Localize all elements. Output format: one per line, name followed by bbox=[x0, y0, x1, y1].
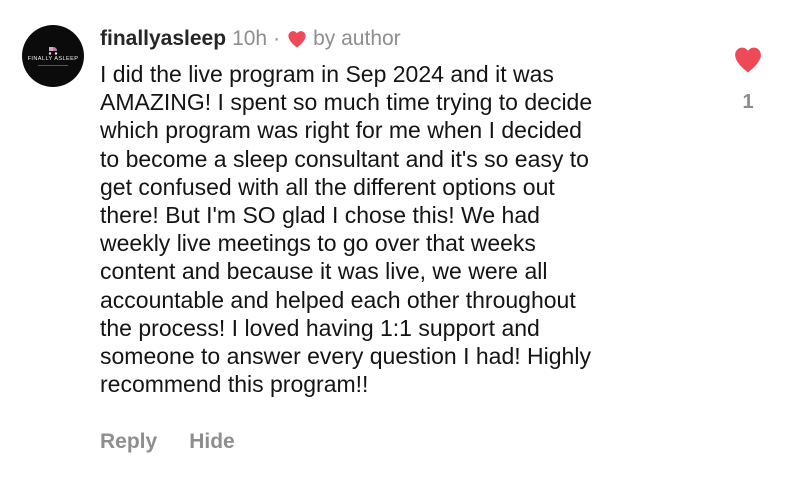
avatar-logo-divider bbox=[38, 65, 68, 67]
liked-by-author-label: by author bbox=[313, 27, 401, 50]
separator-dot: · bbox=[273, 27, 281, 50]
avatar-logo-text: FINALLY ASLEEP bbox=[27, 55, 79, 62]
reply-button[interactable]: Reply bbox=[100, 430, 157, 454]
comment-text: I did the live program in Sep 2024 and i… bbox=[100, 61, 593, 398]
username[interactable]: finallyasleep bbox=[100, 27, 226, 51]
pram-icon bbox=[48, 46, 58, 55]
heart-filled-icon bbox=[288, 31, 306, 48]
hide-button[interactable]: Hide bbox=[189, 430, 235, 454]
comment-actions: Reply Hide bbox=[100, 430, 235, 454]
avatar[interactable]: FINALLY ASLEEP bbox=[22, 25, 84, 87]
timestamp: 10h bbox=[232, 27, 268, 50]
comment: FINALLY ASLEEP finallyasleep 10h · by au… bbox=[0, 0, 800, 478]
comment-header: finallyasleep 10h · by author bbox=[100, 26, 401, 52]
like-column: 1 bbox=[726, 46, 770, 114]
heart-filled-icon[interactable] bbox=[733, 46, 763, 73]
like-count[interactable]: 1 bbox=[742, 91, 753, 114]
